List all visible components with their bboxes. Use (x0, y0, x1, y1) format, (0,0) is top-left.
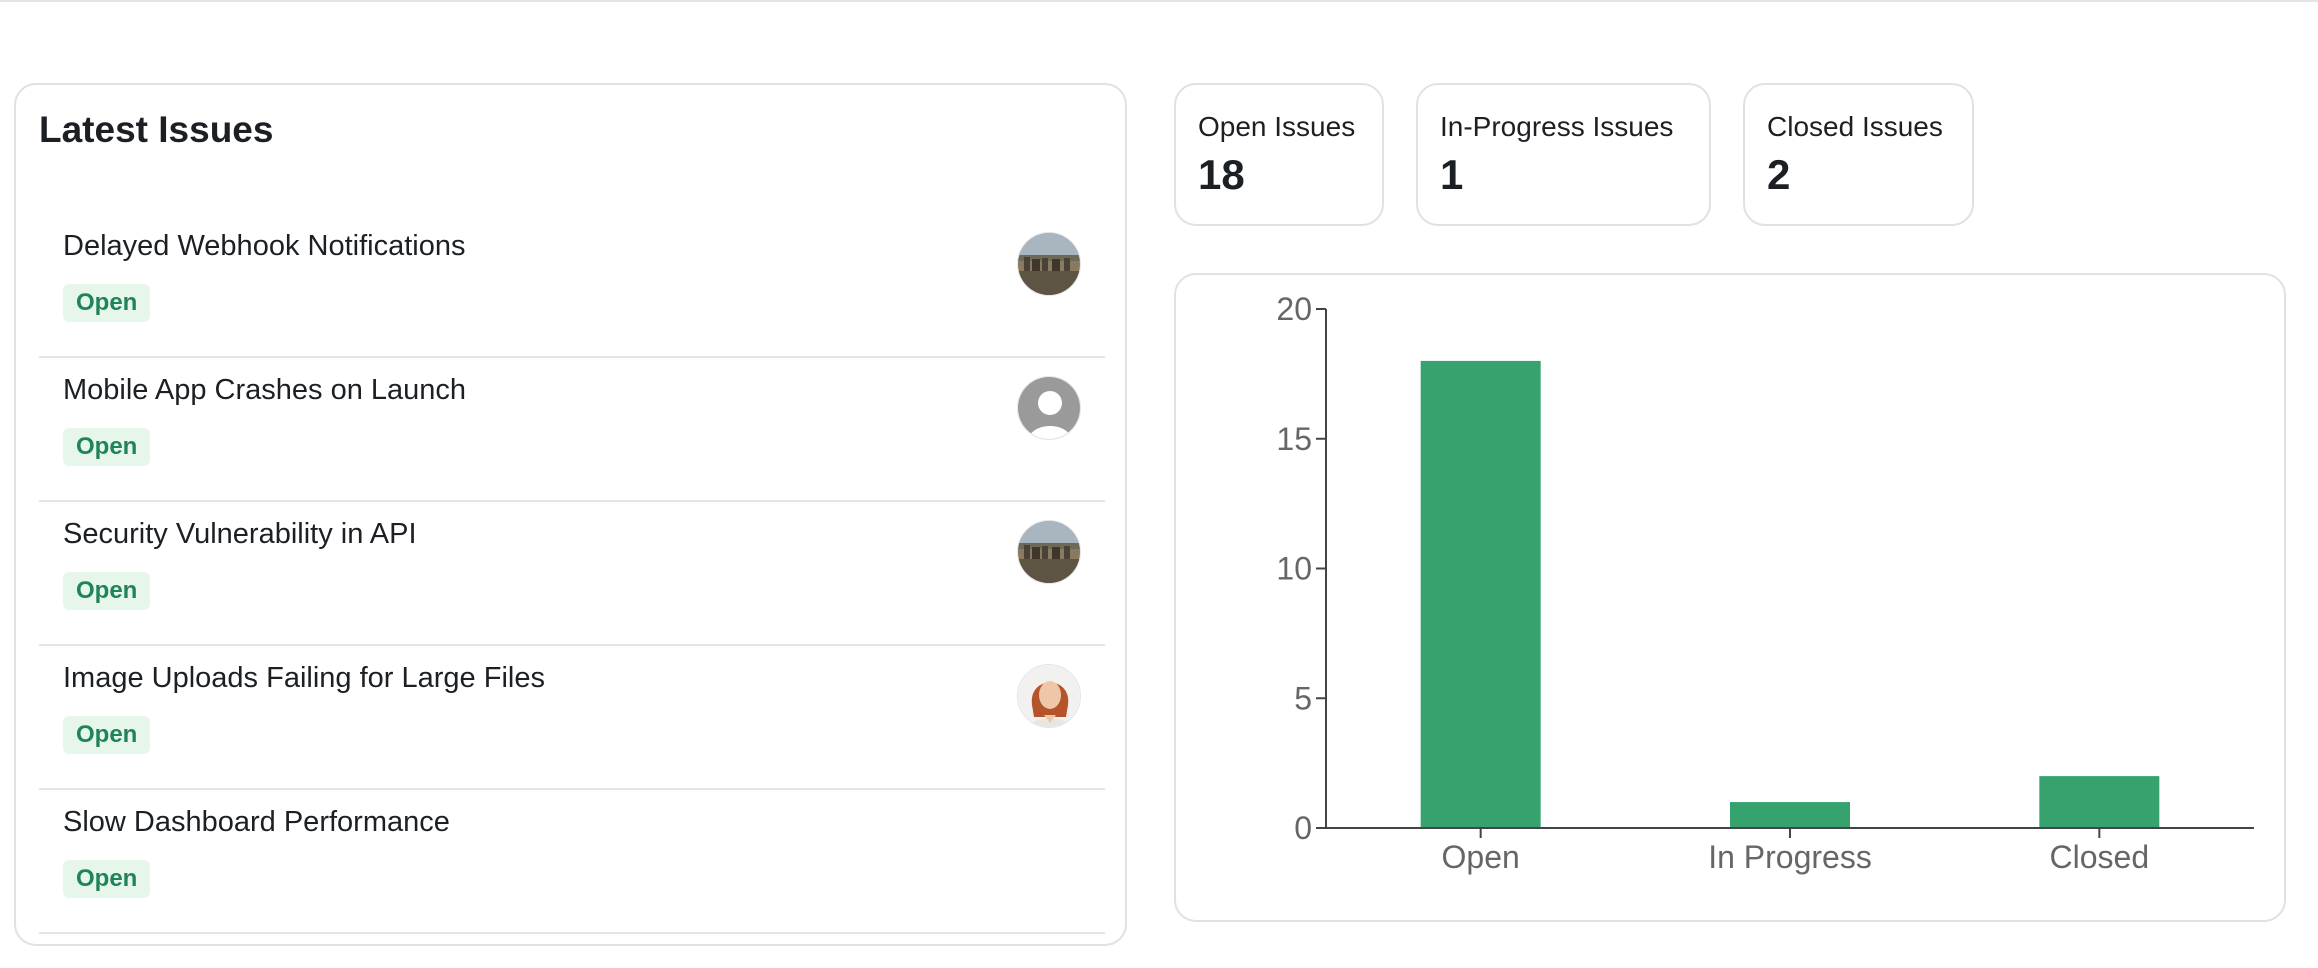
issue-row[interactable]: Slow Dashboard Performance Open (39, 790, 1105, 934)
chart-bar (1730, 802, 1850, 828)
closed-issues-stat-card: Closed Issues 2 (1743, 83, 1974, 226)
stat-label: Closed Issues (1767, 111, 1943, 142)
issue-row[interactable]: Image Uploads Failing for Large Files Op… (39, 646, 1105, 790)
stat-value: 2 (1767, 151, 1791, 198)
issues-bar-chart: 0 5 10 15 20 Open In Progress Closed (1276, 291, 2254, 875)
x-tick-label: Closed (2050, 839, 2150, 875)
issue-title[interactable]: Slow Dashboard Performance (63, 806, 450, 839)
stat-label: In-Progress Issues (1440, 111, 1674, 142)
landscape-photo-avatar (1017, 232, 1081, 296)
issues-bar-chart-card: 0 5 10 15 20 Open In Progress Closed (1174, 273, 2286, 922)
issue-list: Delayed Webhook Notifications Open Mobil… (39, 214, 1105, 934)
top-divider (0, 0, 2318, 2)
status-badge: Open (63, 572, 151, 610)
y-tick-label: 0 (1294, 810, 1312, 846)
landscape-photo-avatar (1017, 520, 1081, 584)
y-tick-label: 5 (1294, 680, 1312, 716)
y-tick-label: 10 (1276, 551, 1312, 587)
woman-photo-avatar (1017, 664, 1081, 728)
in-progress-issues-stat-card: In-Progress Issues 1 (1416, 83, 1711, 226)
y-tick-label: 15 (1276, 421, 1312, 457)
stat-value: 1 (1440, 151, 1464, 198)
x-tick-label: Open (1442, 839, 1520, 875)
issue-title[interactable]: Security Vulnerability in API (63, 518, 417, 551)
latest-issues-card: Latest Issues Delayed Webhook Notificati… (14, 83, 1127, 946)
stat-value: 18 (1198, 151, 1245, 198)
chart-bar (2039, 776, 2160, 828)
status-badge: Open (63, 860, 151, 898)
issue-row[interactable]: Security Vulnerability in API Open (39, 502, 1105, 646)
open-issues-stat-card: Open Issues 18 (1174, 83, 1384, 226)
y-tick-label: 20 (1276, 291, 1312, 327)
x-tick-label: In Progress (1708, 839, 1872, 875)
status-badge: Open (63, 284, 151, 322)
stat-label: Open Issues (1198, 111, 1356, 142)
status-badge: Open (63, 716, 151, 754)
latest-issues-title: Latest Issues (39, 109, 274, 150)
default-user-avatar (1017, 376, 1081, 440)
issue-title[interactable]: Delayed Webhook Notifications (63, 230, 465, 263)
status-badge: Open (63, 428, 151, 466)
issue-row[interactable]: Mobile App Crashes on Launch Open (39, 358, 1105, 502)
chart-bar (1420, 360, 1541, 828)
issue-title[interactable]: Image Uploads Failing for Large Files (63, 662, 545, 695)
issue-row[interactable]: Delayed Webhook Notifications Open (39, 214, 1105, 358)
issue-title[interactable]: Mobile App Crashes on Launch (63, 374, 466, 407)
